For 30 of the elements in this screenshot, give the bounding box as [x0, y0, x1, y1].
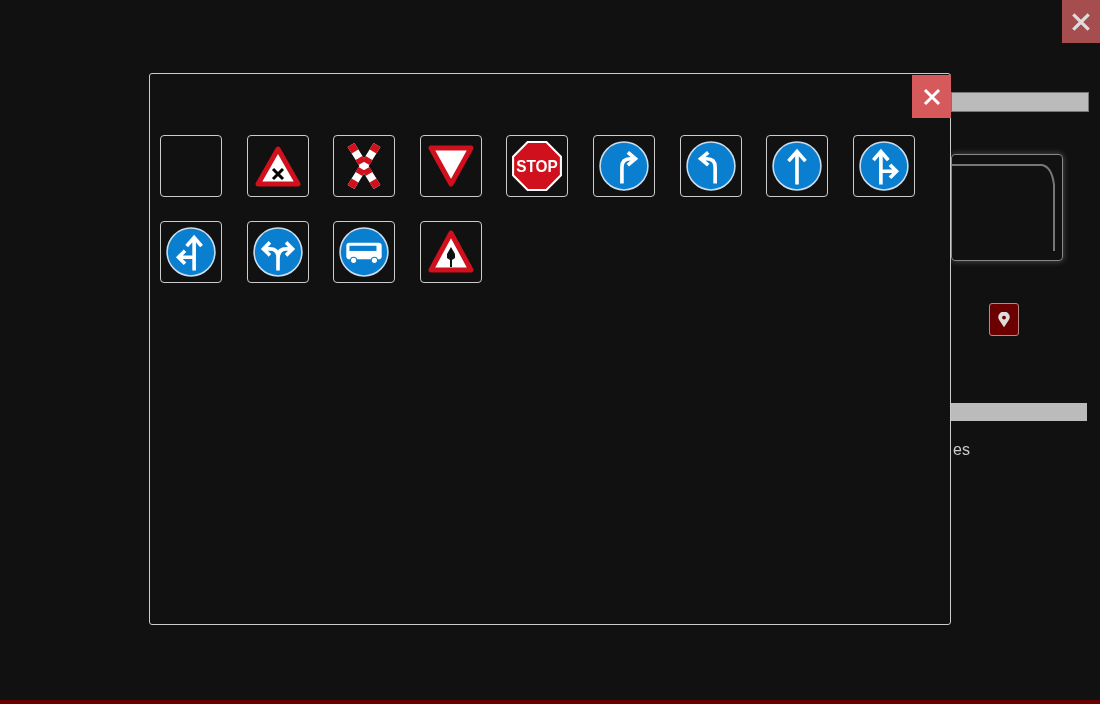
close-icon: [921, 86, 942, 107]
close-button[interactable]: [1062, 0, 1100, 43]
sign-tile[interactable]: [333, 221, 396, 283]
direction-sign-icon: [251, 226, 304, 278]
sign-tile[interactable]: [766, 135, 829, 197]
sign-text: STOP: [516, 157, 562, 177]
sign-tile[interactable]: [419, 221, 482, 283]
direction-sign-icon: [165, 226, 217, 278]
sign-tile[interactable]: [333, 135, 396, 197]
bus-lane-sign-icon: [338, 226, 391, 278]
input-field[interactable]: [951, 403, 1087, 421]
sign-tile[interactable]: [246, 221, 309, 283]
sign-tile[interactable]: [246, 135, 309, 197]
direction-sign-icon: [597, 140, 650, 192]
direction-sign-icon: [684, 140, 737, 192]
close-button[interactable]: [912, 75, 951, 118]
sign-tile[interactable]: [592, 135, 655, 197]
label-text: es: [953, 441, 970, 459]
sign-tile[interactable]: [852, 135, 915, 197]
sign-tile[interactable]: [679, 135, 742, 197]
sign-tile[interactable]: [160, 221, 222, 283]
location-button[interactable]: [989, 303, 1019, 336]
direction-sign-icon: [857, 140, 910, 192]
close-icon: [1070, 10, 1092, 33]
map-pin-icon: [996, 311, 1012, 328]
sign-tile[interactable]: [419, 135, 482, 197]
sign-tile[interactable]: [160, 135, 222, 197]
direction-sign-icon: [771, 140, 824, 192]
input-field[interactable]: [951, 92, 1089, 112]
sign-tile[interactable]: STOP: [506, 135, 569, 197]
